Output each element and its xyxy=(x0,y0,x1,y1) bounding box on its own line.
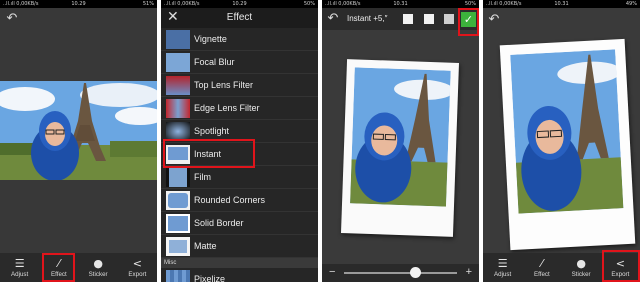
sticker-button[interactable]: ● Sticker xyxy=(562,253,601,282)
status-bar: ..ll.ıll 0,00KB/s 10.29 50% xyxy=(161,0,318,8)
export-button[interactable]: < Export xyxy=(118,253,157,282)
status-bar: ..ll.ıll 0,00KB/s 10.29 51% xyxy=(0,0,157,8)
highlight-export xyxy=(602,250,640,282)
effect-item-label: Top Lens Filter xyxy=(194,80,254,90)
speech-bubble-icon: ● xyxy=(93,257,103,270)
bottom-toolbar: ☰ Adjust ⁄ Effect ● Sticker < Export xyxy=(0,253,157,282)
effect-item-label: Rounded Corners xyxy=(194,195,266,205)
effect-item-label: Pixelize xyxy=(194,274,226,282)
effect-item[interactable]: Focal Blur xyxy=(161,51,318,74)
effect-item[interactable]: Pixelize xyxy=(161,268,318,282)
effect-item-label: Vignette xyxy=(194,34,227,44)
effect-item-label: Film xyxy=(194,172,211,182)
export-header: ↶ xyxy=(483,8,640,36)
battery-text: 50% xyxy=(464,1,476,7)
adjust-button[interactable]: ☰ Adjust xyxy=(0,253,39,282)
effect-value-label: Instant +5,″ xyxy=(347,14,388,23)
effect-item-label: Solid Border xyxy=(194,218,244,228)
undo-icon[interactable]: ↶ xyxy=(486,12,502,28)
highlight-accept xyxy=(458,8,479,36)
section-header: Misc xyxy=(161,258,318,268)
effect-item-label: Focal Blur xyxy=(194,57,235,67)
photo-image xyxy=(0,81,157,180)
sliders-icon: ☰ xyxy=(14,257,25,270)
panel-instant-effect: ..ll.ıll 0,00KB/s 10.31 50% ↶ Instant +5… xyxy=(322,0,479,282)
battery-text: 49% xyxy=(625,1,637,7)
effect-item[interactable]: Vignette xyxy=(161,28,318,51)
battery-text: 50% xyxy=(303,1,315,7)
effect-item-label: Edge Lens Filter xyxy=(194,103,260,113)
sticker-button[interactable]: ● Sticker xyxy=(79,253,118,282)
effect-thumbnail xyxy=(166,270,190,282)
effect-thumbnail xyxy=(166,237,190,256)
strength-slider-track[interactable] xyxy=(344,272,457,274)
highlight-instant xyxy=(163,139,255,168)
frame-style-option[interactable] xyxy=(403,14,413,24)
sticker-label: Sticker xyxy=(88,271,108,278)
effect-title: Effect xyxy=(226,12,253,23)
frame-style-option[interactable] xyxy=(424,14,434,24)
panel-effect-list: ..ll.ıll 0,00KB/s 10.29 50% ✕ Effect Vig… xyxy=(161,0,318,282)
effect-thumbnail xyxy=(166,168,190,187)
clock: 10.31 xyxy=(393,1,408,7)
panel-export: ..ll.ıll 0,00KB/s 10.31 49% ↶ ☰ Adjust ⁄… xyxy=(483,0,640,282)
polaroid-photo[interactable] xyxy=(340,59,460,237)
undo-icon[interactable]: ↶ xyxy=(4,11,20,27)
effect-item[interactable]: Rounded Corners xyxy=(161,189,318,212)
effect-thumbnail xyxy=(166,76,190,95)
effect-item[interactable]: Top Lens Filter xyxy=(161,74,318,97)
photo-canvas[interactable] xyxy=(0,81,157,180)
share-icon: < xyxy=(132,257,142,270)
effect-item[interactable]: Edge Lens Filter xyxy=(161,97,318,120)
effect-thumbnail xyxy=(166,191,190,210)
status-bar: ..ll.ıll 0,00KB/s 10.31 49% xyxy=(483,0,640,8)
slider-plus-icon[interactable]: + xyxy=(466,266,472,278)
effect-label: Effect xyxy=(534,271,550,278)
highlight-effect xyxy=(42,253,75,282)
panel-original-photo: ..ll.ıll 0,00KB/s 10.29 51% ↶ ☰ Adjust ⁄… xyxy=(0,0,157,282)
sliders-icon: ☰ xyxy=(497,257,508,270)
effect-thumbnail xyxy=(166,30,190,49)
effect-thumbnail xyxy=(166,99,190,118)
sticker-label: Sticker xyxy=(571,271,591,278)
photo-image xyxy=(510,49,624,214)
polaroid-photo[interactable] xyxy=(499,38,636,251)
effect-header: ✕ Effect xyxy=(161,8,318,28)
clock: 10.29 xyxy=(232,1,247,7)
effect-options-bar: ↶ Instant +5,″ ✓ xyxy=(322,8,479,30)
effect-item[interactable]: Solid Border xyxy=(161,212,318,235)
adjust-label: Adjust xyxy=(11,271,29,278)
adjust-button[interactable]: ☰ Adjust xyxy=(483,253,522,282)
photo-image xyxy=(350,67,455,207)
magic-wand-icon: ⁄ xyxy=(540,257,543,270)
effect-item[interactable]: Film xyxy=(161,166,318,189)
status-bar: ..ll.ıll 0,00KB/s 10.31 50% xyxy=(322,0,479,8)
strength-slider-handle[interactable] xyxy=(409,267,421,278)
effect-button[interactable]: ⁄ Effect xyxy=(522,253,561,282)
undo-icon[interactable]: ↶ xyxy=(325,11,341,27)
effect-item[interactable]: Matte xyxy=(161,235,318,258)
clock: 10.29 xyxy=(71,1,86,7)
adjust-label: Adjust xyxy=(494,271,512,278)
strength-slider-bar: − + xyxy=(322,264,479,282)
effect-thumbnail xyxy=(166,214,190,233)
effect-thumbnail xyxy=(166,53,190,72)
frame-style-option[interactable] xyxy=(444,14,454,24)
slider-minus-icon[interactable]: − xyxy=(329,266,335,278)
battery-text: 51% xyxy=(142,1,154,7)
effect-item-label: Matte xyxy=(194,241,217,251)
export-label: Export xyxy=(128,271,147,278)
speech-bubble-icon: ● xyxy=(576,257,586,270)
clock: 10.31 xyxy=(554,1,569,7)
effect-item-label: Spotlight xyxy=(194,126,230,136)
